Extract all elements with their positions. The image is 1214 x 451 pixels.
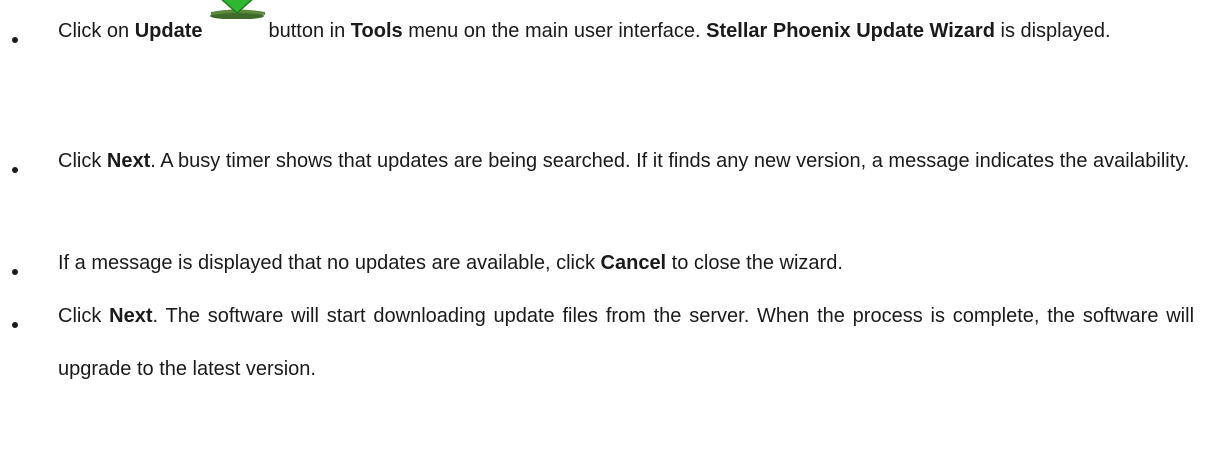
wizard-name: Stellar Phoenix Update Wizard xyxy=(706,20,995,42)
bullet-icon xyxy=(12,37,18,43)
step-text: Click Next. The software will start down… xyxy=(58,290,1194,396)
update-label: Update xyxy=(134,20,203,42)
text-run: to close the wizard. xyxy=(666,252,843,274)
text-run: . The software will start downloading up… xyxy=(58,305,1195,380)
text-run: button in xyxy=(268,20,351,42)
document-page: Click on Update button in Tools menu on t… xyxy=(0,0,1214,451)
text-run: If a message is displayed that no update… xyxy=(58,252,601,274)
text-run: . A busy timer shows that updates are be… xyxy=(150,150,1190,172)
bullet-icon xyxy=(12,322,18,328)
next-label: Next xyxy=(106,150,151,172)
step-text: Click on Update button in Tools menu on t… xyxy=(58,0,1194,58)
next-label: Next xyxy=(109,305,153,327)
cancel-label: Cancel xyxy=(600,252,667,274)
step-text: If a message is displayed that no update… xyxy=(58,237,1194,290)
text-run: Click on xyxy=(58,20,135,42)
text-run: is displayed. xyxy=(994,20,1111,42)
text-run: Click xyxy=(58,305,110,327)
bullet-icon xyxy=(12,167,18,173)
tools-label: Tools xyxy=(350,20,403,42)
bullet-icon xyxy=(12,269,18,275)
update-download-arrow-icon xyxy=(209,0,269,31)
step-text: Click Next. A busy timer shows that upda… xyxy=(58,135,1194,188)
text-run: menu on the main user interface. xyxy=(402,20,707,42)
text-run: Click xyxy=(58,150,107,172)
